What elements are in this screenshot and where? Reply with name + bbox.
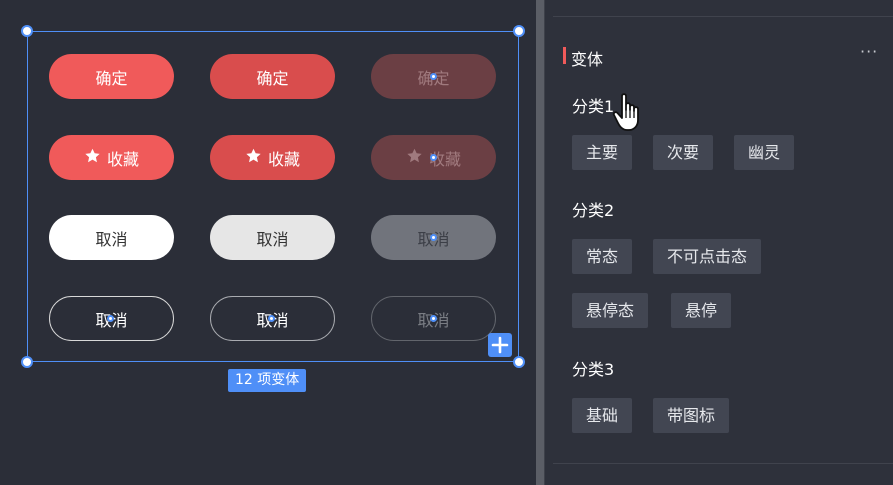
tag-hover-state[interactable]: 悬停态 (572, 293, 649, 328)
category-1-label: 分类1 (572, 97, 615, 116)
hand-cursor-icon (612, 92, 648, 138)
anchor-point[interactable] (430, 73, 437, 80)
star-icon (84, 148, 101, 168)
star-icon (245, 148, 262, 168)
resize-handle-bottom-left[interactable] (21, 356, 33, 368)
more-options-icon[interactable]: ··· (860, 42, 878, 61)
section-accent-bar (563, 47, 566, 64)
tag-normal[interactable]: 常态 (572, 239, 633, 274)
button-label: 收藏 (267, 149, 300, 169)
star-icon (406, 148, 423, 168)
button-label: 确定 (95, 68, 128, 88)
anchor-point[interactable] (430, 234, 437, 241)
panel-divider[interactable] (536, 0, 545, 485)
section-title: 变体 (571, 50, 604, 69)
panel-footer-line (553, 463, 893, 464)
tag-disabled[interactable]: 不可点击态 (653, 239, 762, 274)
tag-basic[interactable]: 基础 (572, 398, 633, 433)
resize-handle-top-right[interactable] (513, 25, 525, 37)
anchor-point[interactable] (268, 315, 275, 322)
variant-secondary-normal[interactable]: 取消 (49, 215, 174, 260)
variant-icon-primary-normal[interactable]: 收藏 (49, 135, 174, 180)
design-canvas[interactable]: 确定 确定 确定 收藏 收藏 收藏 取消 取消 取消 取消 取消 取消 12 项… (0, 0, 536, 485)
button-label: 收藏 (106, 149, 139, 169)
category-2-label: 分类2 (572, 201, 615, 220)
panel-header-strip (553, 0, 893, 17)
anchor-point[interactable] (430, 154, 437, 161)
tag-secondary[interactable]: 次要 (653, 135, 714, 170)
add-variant-button[interactable] (488, 333, 512, 357)
variant-count-badge: 12 项变体 (228, 369, 307, 392)
resize-handle-bottom-right[interactable] (513, 356, 525, 368)
tag-ghost[interactable]: 幽灵 (734, 135, 795, 170)
anchor-point[interactable] (430, 315, 437, 322)
variant-secondary-hover[interactable]: 取消 (210, 215, 335, 260)
variants-panel: 变体 ··· 分类1 主要 次要 幽灵 分类2 常态 不可点击态 悬停态 悬停 … (545, 0, 893, 485)
button-label: 取消 (95, 229, 128, 249)
button-label: 取消 (256, 229, 289, 249)
tag-with-icon[interactable]: 带图标 (653, 398, 730, 433)
resize-handle-top-left[interactable] (21, 25, 33, 37)
button-label: 确定 (256, 68, 289, 88)
variant-icon-primary-hover[interactable]: 收藏 (210, 135, 335, 180)
variant-primary-normal[interactable]: 确定 (49, 54, 174, 99)
tag-hover[interactable]: 悬停 (671, 293, 732, 328)
tag-primary[interactable]: 主要 (572, 135, 633, 170)
variant-primary-hover[interactable]: 确定 (210, 54, 335, 99)
category-3-label: 分类3 (572, 360, 615, 379)
anchor-point[interactable] (107, 315, 114, 322)
plus-icon (491, 336, 509, 354)
